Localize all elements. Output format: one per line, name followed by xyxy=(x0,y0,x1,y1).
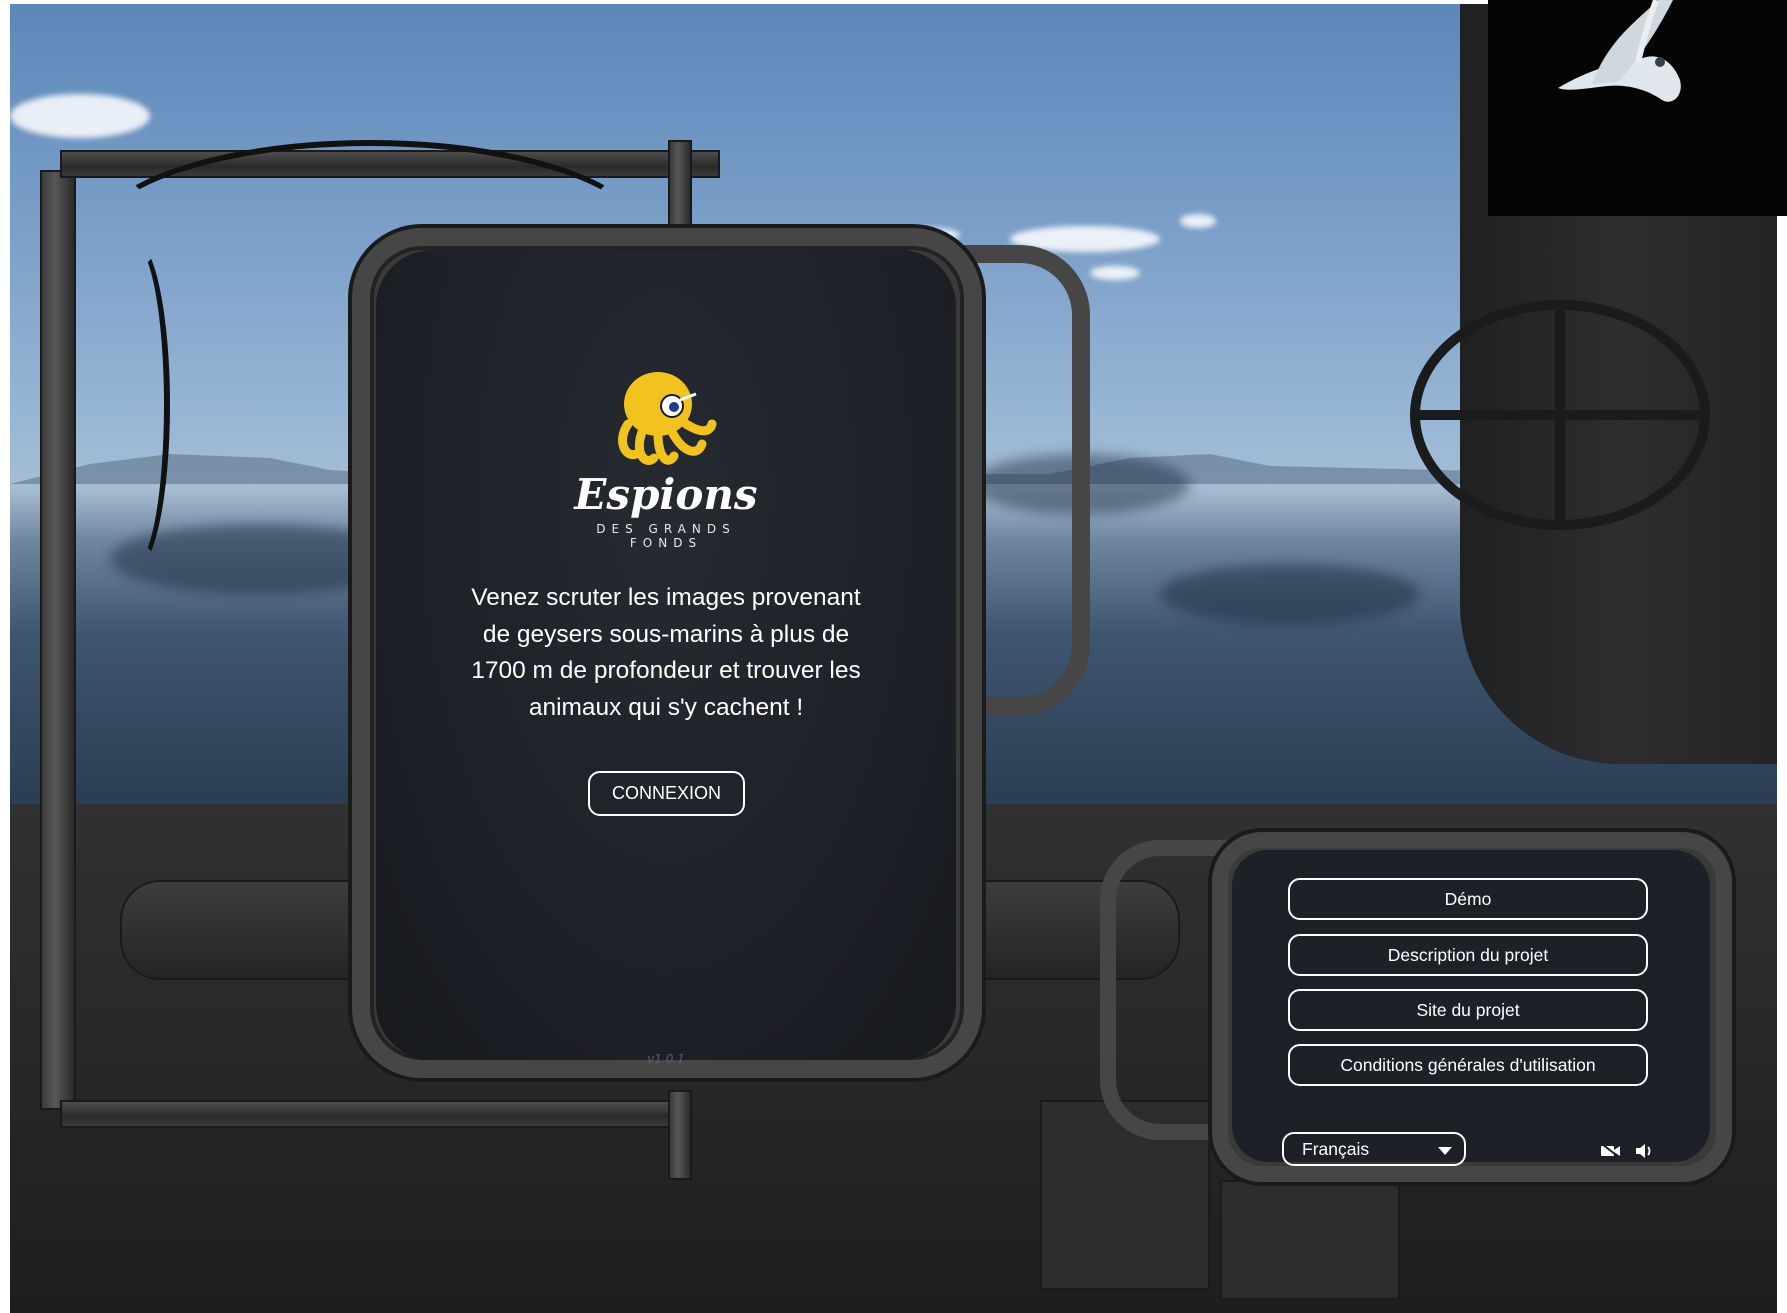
pipe-horizontal xyxy=(60,1100,680,1128)
language-select-value: Français xyxy=(1302,1138,1370,1159)
cloud xyxy=(10,94,150,138)
speaker-icon[interactable] xyxy=(1634,1142,1656,1160)
terms-of-use-button[interactable]: Conditions générales d'utilisation xyxy=(1288,1044,1648,1086)
chevron-down-icon xyxy=(1438,1147,1452,1155)
ghost-shark-image xyxy=(1488,0,1787,216)
cloud xyxy=(1090,266,1140,280)
intro-text: Venez scruter les images provenant de ge… xyxy=(440,580,892,726)
octopus-logo-icon xyxy=(618,372,717,465)
pipe-vertical xyxy=(668,1090,692,1180)
ocean-wave xyxy=(1160,564,1420,624)
brand-name: Espions xyxy=(574,470,758,519)
intro-line: Venez scruter les images provenant xyxy=(471,584,861,611)
video-camera-icon[interactable] xyxy=(1600,1142,1622,1160)
project-site-button[interactable]: Site du projet xyxy=(1288,989,1648,1031)
demo-button[interactable]: Démo xyxy=(1288,878,1648,920)
intro-line: de geysers sous-marins à plus de xyxy=(482,620,850,648)
intro-line: 1700 m de profondeur et trouver les xyxy=(471,657,861,684)
intro-line: animaux qui s'y cachent ! xyxy=(528,693,804,721)
brand-subtitle: DES GRANDS FONDS xyxy=(596,522,736,550)
hatch-wheel xyxy=(1410,300,1710,530)
cloud xyxy=(1180,214,1216,228)
cable xyxy=(100,240,170,570)
version-label: v1.0.1 xyxy=(647,1052,685,1066)
animal-preview-video xyxy=(1488,0,1787,216)
pipe-vertical xyxy=(40,170,76,1110)
connexion-button[interactable]: CONNEXION xyxy=(588,771,745,816)
equipment-rack xyxy=(1220,1180,1400,1300)
pipe-vertical xyxy=(668,140,692,240)
language-select[interactable]: Français xyxy=(1282,1132,1466,1166)
project-description-button[interactable]: Description du projet xyxy=(1288,934,1648,976)
